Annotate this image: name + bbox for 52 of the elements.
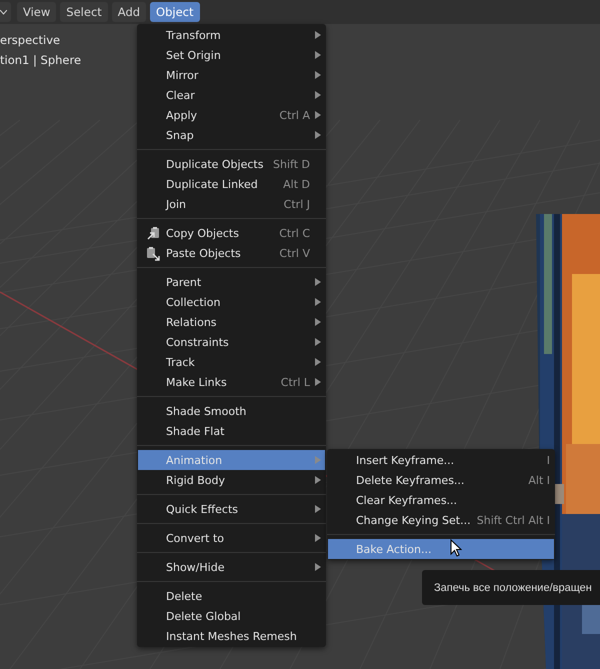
mode-dropdown[interactable] [0, 2, 11, 22]
menu-item[interactable]: Duplicate Objects Shift D [138, 154, 325, 174]
menu-button[interactable]: Object [150, 2, 200, 22]
menu-item[interactable]: Clear Keyframes... [328, 490, 554, 510]
shortcut-label: Ctrl A [279, 108, 310, 122]
shortcut-label: Alt I [528, 474, 550, 486]
menu-item[interactable]: Copy Objects Ctrl C [138, 223, 325, 243]
chevron-down-icon [0, 10, 7, 14]
menu-item[interactable]: Transform [138, 25, 325, 45]
shortcut-label: Ctrl V [279, 246, 310, 260]
menu-item[interactable]: Parent [138, 272, 325, 292]
menu-item[interactable]: Delete [138, 586, 325, 606]
menu-item[interactable]: Delete Global [138, 606, 325, 626]
menu-item[interactable]: Relations [138, 312, 325, 332]
menu-item[interactable]: Quick Effects [138, 499, 325, 519]
menu-item[interactable]: Delete Keyframes... Alt I [328, 470, 554, 490]
menu-item[interactable]: Instant Meshes Remesh [138, 626, 325, 646]
menu-item[interactable]: Apply Ctrl A [138, 105, 325, 125]
menu-item[interactable]: Track [138, 352, 325, 372]
menu-item[interactable]: Constraints [138, 332, 325, 352]
menu-item[interactable]: Snap [138, 125, 325, 145]
menu-item[interactable]: Shade Smooth [138, 401, 325, 421]
shortcut-label: Shift D [273, 158, 310, 170]
menu-item[interactable]: Insert Keyframe... I [328, 450, 554, 470]
menu-item[interactable]: Make Links Ctrl L [138, 372, 325, 392]
tooltip-text: Запечь все положение/вращен [434, 582, 592, 594]
shortcut-label: Ctrl J [284, 198, 310, 210]
menu-item[interactable]: Show/Hide [138, 557, 325, 577]
menu-item[interactable]: Clear [138, 85, 325, 105]
shortcut-label: Ctrl L [280, 376, 310, 388]
menu-button[interactable]: Add [112, 2, 146, 22]
mouse-cursor-icon [450, 539, 462, 557]
menu-item[interactable]: Duplicate Linked Alt D [138, 174, 325, 194]
shortcut-label: Ctrl C [279, 226, 310, 240]
menu-item[interactable]: Collection [138, 292, 325, 312]
menu-item[interactable]: Set Origin [138, 45, 325, 65]
menu-item[interactable]: Convert to [138, 528, 325, 548]
shortcut-label: I [546, 454, 550, 466]
menu-item[interactable]: Rigid Body [138, 470, 325, 490]
viewport-info-text: erspective [0, 32, 62, 49]
copy-icon [146, 226, 160, 240]
menu-item[interactable]: Mirror [138, 65, 325, 85]
shortcut-label: Shift Ctrl Alt I [476, 514, 550, 526]
menu-item[interactable]: Paste Objects Ctrl V [138, 243, 325, 263]
menu-item[interactable]: Change Keying Set... Shift Ctrl Alt I [328, 510, 554, 530]
shortcut-label: Alt D [283, 178, 310, 190]
paste-icon [146, 246, 160, 260]
menu-button[interactable]: View [17, 2, 56, 22]
menu-button[interactable]: Select [60, 2, 108, 22]
menu-item[interactable]: Shade Flat [138, 421, 325, 441]
viewport-info-text: tion1 | Sphere [0, 52, 82, 69]
menu-item[interactable]: Join Ctrl J [138, 194, 325, 214]
